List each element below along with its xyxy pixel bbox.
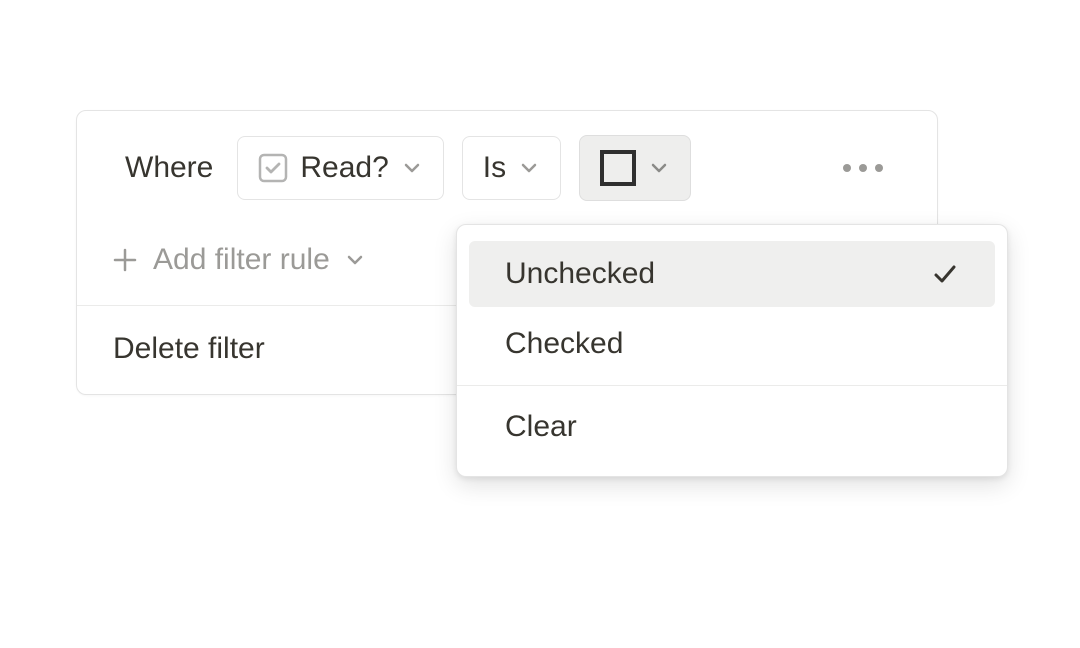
where-label: Where [125, 151, 213, 185]
chevron-down-icon [401, 157, 423, 179]
dropdown-option-label: Checked [505, 327, 623, 361]
filter-rule-row: Where Read? Is [77, 111, 937, 225]
operator-label: Is [483, 151, 506, 185]
value-dropdown-menu: Unchecked Checked Clear [456, 224, 1008, 477]
dropdown-option-checked[interactable]: Checked [469, 311, 995, 377]
dropdown-option-unchecked[interactable]: Unchecked [469, 241, 995, 307]
unchecked-box-icon [600, 150, 636, 186]
plus-icon [111, 246, 139, 274]
chevron-down-icon [344, 249, 366, 271]
chevron-down-icon [648, 157, 670, 179]
check-icon [931, 260, 959, 288]
value-select[interactable] [579, 135, 691, 201]
dropdown-clear-button[interactable]: Clear [469, 394, 995, 460]
property-select[interactable]: Read? [237, 136, 443, 200]
more-horizontal-icon [843, 164, 883, 172]
divider [457, 385, 1007, 386]
checkbox-property-icon [258, 153, 288, 183]
delete-filter-label: Delete filter [113, 332, 265, 365]
operator-select[interactable]: Is [462, 136, 561, 200]
add-filter-rule-label: Add filter rule [153, 243, 330, 277]
dropdown-clear-label: Clear [505, 410, 577, 444]
chevron-down-icon [518, 157, 540, 179]
dropdown-option-label: Unchecked [505, 257, 655, 291]
property-label: Read? [300, 151, 388, 185]
more-actions-button[interactable] [833, 154, 893, 182]
